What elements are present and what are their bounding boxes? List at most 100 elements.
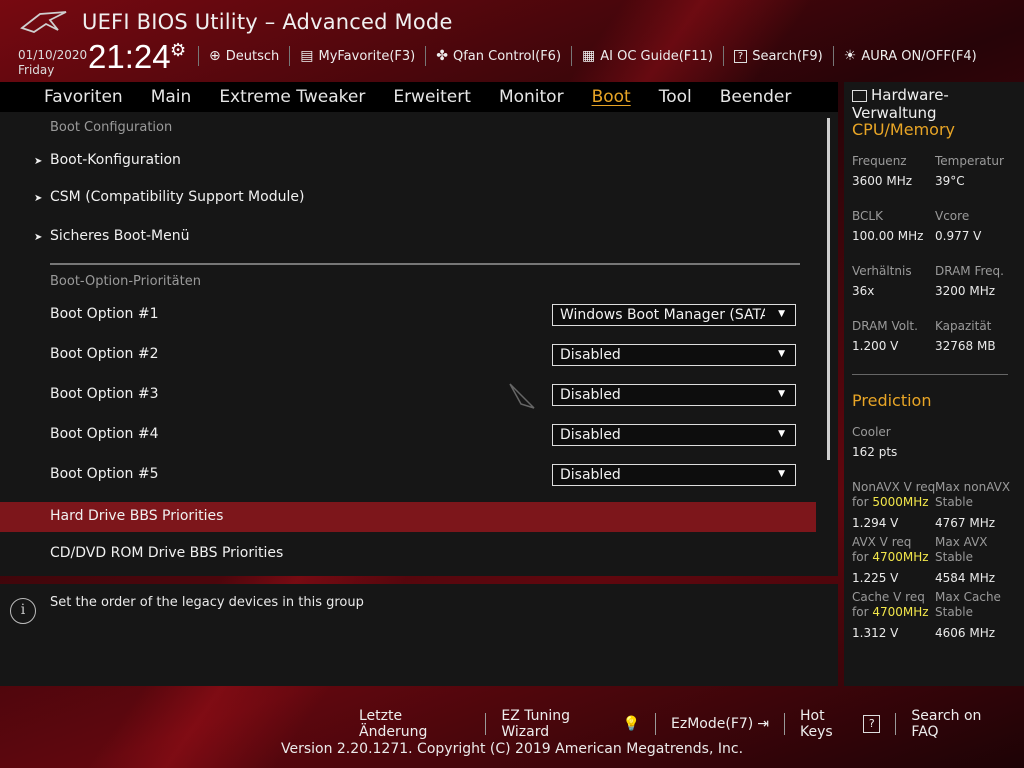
caret-down-icon: ▼ (778, 309, 785, 319)
ez-tuning-wizard-button[interactable]: EZ Tuning Wizard 💡 (485, 708, 655, 740)
footer-links: Letzte Änderung EZ Tuning Wizard 💡 EzMode… (344, 708, 1024, 740)
prediction-value: 4767 MHz (935, 516, 996, 530)
boot-option-2-select[interactable]: Disabled ▼ (552, 344, 796, 366)
boot-option-4-value: Disabled (560, 427, 621, 443)
date: 01/10/2020 (18, 48, 88, 62)
boot-option-4-label: Boot Option #4 (50, 426, 159, 442)
metric-value: 3600 MHz (852, 174, 913, 188)
prediction-heading: Prediction (852, 391, 932, 410)
submenu-label: Sicheres Boot-Menü (50, 228, 190, 244)
rog-logo-icon (20, 11, 67, 33)
scrollbar[interactable] (827, 118, 830, 460)
boot-option-2-label: Boot Option #2 (50, 346, 159, 362)
search-icon: ? (733, 49, 748, 63)
section-boot-configuration: Boot Configuration (50, 120, 173, 135)
prediction-frequency: 4700MHz (872, 605, 929, 619)
boot-option-1-select[interactable]: Windows Boot Manager (SATA6G ▼ (552, 304, 796, 326)
metric-value: 1.200 V (852, 339, 899, 353)
hard-drive-bbs-row[interactable]: Hard Drive BBS Priorities (0, 502, 816, 532)
globe-icon: ⊕ (209, 48, 221, 64)
ezmode-button[interactable]: EzMode(F7) ⇥ (655, 713, 784, 735)
search-faq-button[interactable]: Search on FAQ (895, 708, 1024, 740)
ai-oc-icon: ▦ (582, 48, 596, 64)
metric-label: Frequenz (852, 154, 907, 168)
metric-value: 0.977 V (935, 229, 982, 243)
hot-keys-button[interactable]: Hot Keys? (784, 708, 895, 740)
toolbar: ⊕ Deutsch ▤ MyFavorite(F3) ✤ Qfan Contro… (198, 44, 987, 68)
boot-option-1-value: Windows Boot Manager (SATA6G (560, 307, 765, 323)
prediction-label: Max AVX Stable (935, 535, 988, 564)
help-text: Set the order of the legacy devices in t… (50, 595, 364, 610)
search-label: Search(F9) (752, 48, 823, 64)
metric-value: 36x (852, 284, 875, 298)
metric-label: Kapazität (935, 319, 992, 333)
exit-arrow-icon: ⇥ (757, 716, 769, 732)
submenu-label: Boot-Konfiguration (50, 152, 181, 168)
cooler-label: Cooler (852, 425, 891, 439)
prediction-frequency: 5000MHz (872, 495, 929, 509)
prediction-label: AVX V req for 4700MHz (852, 535, 929, 564)
boot-option-3-select[interactable]: Disabled ▼ (552, 384, 796, 406)
hot-keys-label: Hot Keys (800, 708, 833, 740)
myfavorite-button[interactable]: ▤ MyFavorite(F3) (289, 46, 425, 66)
prediction-value: 1.225 V (852, 571, 899, 585)
prediction-value: 4606 MHz (935, 626, 996, 640)
hardware-monitor-panel: Hardware-Verwaltung CPU/Memory Frequenz … (844, 82, 1024, 686)
tab-extreme-tweaker[interactable]: Extreme Tweaker (205, 87, 379, 107)
tab-main[interactable]: Main (137, 87, 206, 107)
language-label: Deutsch (225, 48, 280, 64)
prediction-label: Max Cache Stable (935, 590, 1001, 619)
aura-button[interactable]: ☀ AURA ON/OFF(F4) (832, 46, 987, 66)
tab-beender[interactable]: Beender (706, 87, 806, 107)
submenu-sicheres-boot[interactable]: ➤ Sicheres Boot-Menü (34, 228, 189, 244)
ai-oc-label: AI OC Guide(F11) (600, 48, 713, 64)
tab-erweitert[interactable]: Erweitert (379, 87, 485, 107)
prediction-label: Cache V req for 4700MHz (852, 590, 929, 619)
caret-down-icon: ▼ (778, 349, 785, 359)
question-icon: ? (863, 715, 881, 733)
gear-icon[interactable]: ⚙ (170, 40, 186, 61)
metric-label: DRAM Freq. (935, 264, 1004, 278)
boot-option-2-value: Disabled (560, 347, 621, 363)
myfavorite-label: MyFavorite(F3) (318, 48, 416, 64)
section-boot-option-priorities: Boot-Option-Prioritäten (50, 274, 201, 289)
metric-label: BCLK (852, 209, 883, 223)
metric-label: Verhältnis (852, 264, 912, 278)
chevron-right-icon: ➤ (34, 193, 43, 204)
qfan-label: Qfan Control(F6) (452, 48, 562, 64)
panel-title: Hardware-Verwaltung (852, 86, 1020, 122)
prediction-value: 1.312 V (852, 626, 899, 640)
tab-tool[interactable]: Tool (645, 87, 706, 107)
submenu-label: CSM (Compatibility Support Module) (50, 189, 305, 205)
tab-monitor[interactable]: Monitor (485, 87, 578, 107)
boot-option-1-label: Boot Option #1 (50, 306, 159, 322)
chevron-right-icon: ➤ (34, 232, 43, 243)
boot-option-5-select[interactable]: Disabled ▼ (552, 464, 796, 486)
submenu-csm[interactable]: ➤ CSM (Compatibility Support Module) (34, 189, 304, 205)
main-content: Boot Configuration ➤ Boot-Konfiguration ➤… (0, 112, 838, 576)
last-change-button[interactable]: Letzte Änderung (344, 708, 485, 740)
hard-drive-bbs-label: Hard Drive BBS Priorities (50, 508, 224, 524)
boot-option-4-select[interactable]: Disabled ▼ (552, 424, 796, 446)
language-button[interactable]: ⊕ Deutsch (198, 46, 289, 66)
cd-dvd-bbs-row[interactable]: CD/DVD ROM Drive BBS Priorities (50, 545, 283, 561)
qfan-control-button[interactable]: ✤ Qfan Control(F6) (425, 46, 571, 66)
header: UEFI BIOS Utility – Advanced Mode 01/10/… (0, 0, 1024, 82)
prediction-frequency: 4700MHz (872, 550, 929, 564)
ai-oc-guide-button[interactable]: ▦ AI OC Guide(F11) (571, 46, 723, 66)
aura-label: AURA ON/OFF(F4) (861, 48, 977, 64)
metric-label: Temperatur (935, 154, 1004, 168)
search-faq-label: Search on FAQ (911, 708, 982, 740)
chevron-right-icon: ➤ (34, 156, 43, 167)
submenu-boot-konfiguration[interactable]: ➤ Boot-Konfiguration (34, 152, 181, 168)
prediction-label: Max nonAVX Stable (935, 480, 1011, 509)
cpu-memory-heading: CPU/Memory (852, 120, 955, 139)
metric-value: 100.00 MHz (852, 229, 924, 243)
metric-label: Vcore (935, 209, 970, 223)
last-change-label: Letzte Änderung (359, 708, 428, 740)
search-button[interactable]: ? Search(F9) (722, 46, 833, 66)
boot-option-3-value: Disabled (560, 387, 621, 403)
tab-favoriten[interactable]: Favoriten (0, 87, 137, 107)
tab-boot[interactable]: Boot (578, 87, 645, 107)
app-title: UEFI BIOS Utility – Advanced Mode (82, 10, 453, 34)
